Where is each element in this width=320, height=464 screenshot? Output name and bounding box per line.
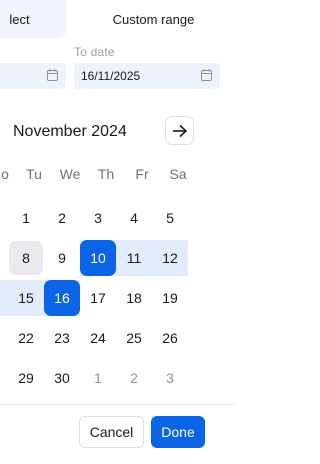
day-cell[interactable]: 25 — [116, 320, 152, 356]
to-date-field[interactable]: 16/11/2025 — [74, 63, 220, 89]
month-title: November 2024 — [13, 123, 127, 140]
day-cell[interactable]: 12 — [152, 240, 188, 276]
day-cell[interactable]: 1 — [8, 200, 44, 236]
to-date-value: 16/11/2025 — [81, 69, 141, 83]
tab-custom-range[interactable]: Custom range — [72, 0, 235, 38]
day-cell[interactable]: 17 — [80, 280, 116, 316]
day-cell-today[interactable]: 8 — [9, 241, 43, 275]
tab-select-label: lect — [9, 11, 30, 27]
arrow-right-icon — [172, 124, 187, 137]
footer-divider — [0, 404, 235, 405]
day-cell-range-end[interactable]: 16 — [44, 280, 80, 316]
day-cell-next-month[interactable]: 1 — [80, 360, 116, 396]
day-cell[interactable]: 15 — [8, 280, 44, 316]
day-cell[interactable]: 18 — [116, 280, 152, 316]
date-range-picker: lect Custom range To date 16/11/2025 Nov… — [0, 0, 235, 464]
calendar-icon[interactable] — [201, 69, 212, 81]
from-date-field[interactable] — [0, 63, 66, 89]
weekday-label: o — [1, 166, 9, 182]
cancel-button[interactable]: Cancel — [79, 416, 144, 448]
weekday-label: Th — [97, 166, 115, 182]
day-cell[interactable]: 26 — [152, 320, 188, 356]
tab-select[interactable]: lect — [0, 0, 67, 38]
day-cell[interactable]: 30 — [44, 360, 80, 396]
day-cell[interactable]: 24 — [80, 320, 116, 356]
day-cell[interactable]: 11 — [116, 240, 152, 276]
day-cell[interactable]: 5 — [152, 200, 188, 236]
day-cell[interactable]: 29 — [8, 360, 44, 396]
done-button[interactable]: Done — [151, 416, 205, 448]
day-cell[interactable]: 22 — [8, 320, 44, 356]
day-cell[interactable]: 3 — [80, 200, 116, 236]
day-cell[interactable]: 19 — [152, 280, 188, 316]
tab-custom-range-label: Custom range — [112, 11, 195, 27]
weekday-label: Fr — [135, 166, 149, 182]
day-cell[interactable]: 2 — [44, 200, 80, 236]
weekday-label: Tu — [26, 166, 42, 182]
day-cell-next-month[interactable]: 2 — [116, 360, 152, 396]
weekday-label: We — [59, 166, 81, 182]
weekday-label: Sa — [169, 166, 187, 182]
day-cell-range-start[interactable]: 10 — [80, 240, 116, 276]
day-cell[interactable]: 23 — [44, 320, 80, 356]
next-month-button[interactable] — [165, 116, 194, 145]
day-cell[interactable]: 9 — [44, 240, 80, 276]
day-cell[interactable]: 4 — [116, 200, 152, 236]
calendar-icon[interactable] — [47, 69, 58, 81]
day-cell-next-month[interactable]: 3 — [152, 360, 188, 396]
to-date-label: To date — [74, 45, 115, 59]
